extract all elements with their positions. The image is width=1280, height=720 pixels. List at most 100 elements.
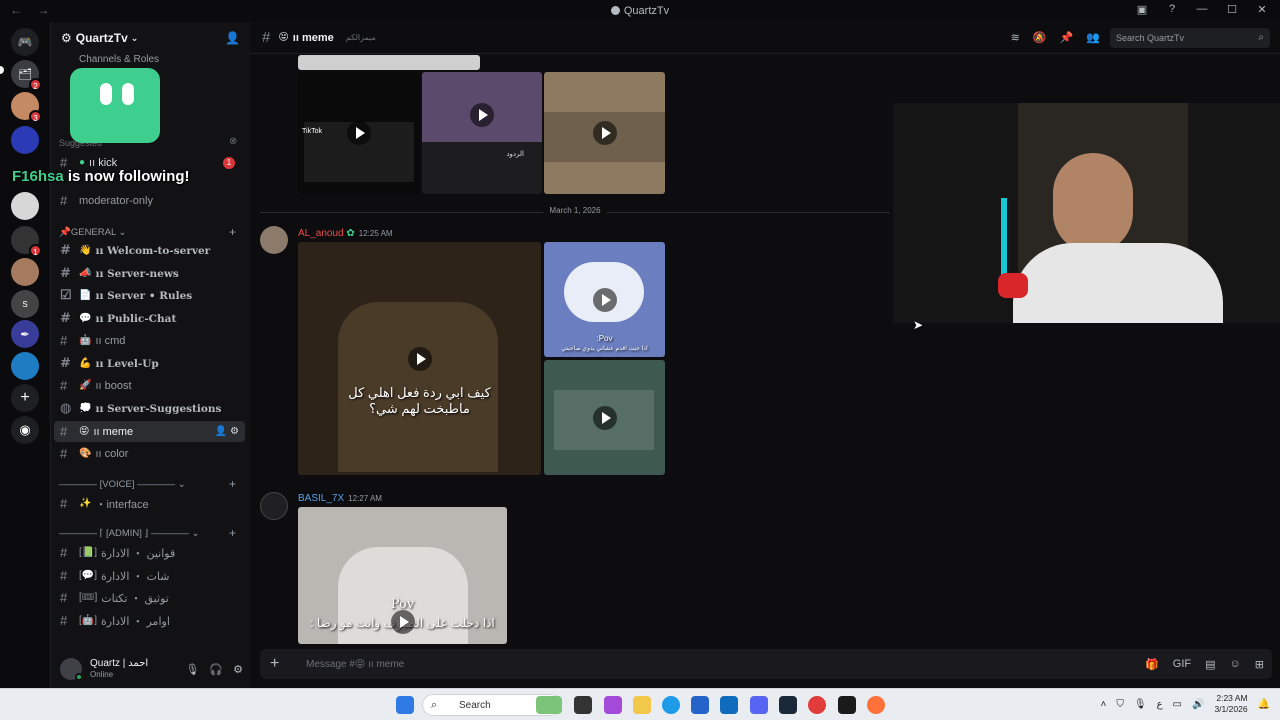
channel-rules[interactable]: ☑ 📄 ıı Server • Rules — [54, 285, 245, 306]
copilot-icon[interactable] — [604, 696, 622, 714]
inbox-icon[interactable]: ▣ — [1134, 3, 1150, 16]
discord-home-icon[interactable]: 🎮 — [11, 28, 39, 56]
video-thumbnail[interactable] — [544, 360, 665, 475]
channel-cmd[interactable]: # 🤖 ıı cmd — [54, 330, 245, 351]
clock[interactable]: 2:23 AM 3/1/2026 — [1214, 693, 1247, 715]
settings-gear-icon[interactable]: ⚙ — [230, 426, 239, 437]
maximize-button[interactable]: ☐ — [1224, 3, 1240, 16]
pin-icon[interactable]: 📌 — [1060, 31, 1074, 44]
channel-admin-docs[interactable]: # [🎟] توثيق ・ تكتات — [54, 587, 245, 608]
channel-suggestions[interactable]: ◍ 💭 ıı Server-Suggestions — [54, 398, 245, 419]
server-icon-2[interactable]: 3 — [11, 92, 42, 123]
video-thumbnail[interactable]: Pov اذا دخلت على الضيوف وانت مو رضا : — [298, 507, 507, 644]
windows-start-icon[interactable] — [396, 696, 414, 714]
channel-boost[interactable]: # 🚀 ıı boost — [54, 375, 245, 396]
add-channel-icon[interactable]: + — [229, 477, 236, 491]
channel-interface[interactable]: # ✨ ・interface — [54, 493, 245, 514]
apps-icon[interactable]: ⊞ — [1255, 658, 1264, 671]
notification-icon[interactable]: 🔔 — [1258, 699, 1270, 710]
add-server-icon[interactable]: + — [11, 384, 39, 412]
add-channel-icon[interactable]: + — [229, 526, 236, 540]
discord-icon[interactable] — [750, 696, 768, 714]
gift-icon[interactable]: 🎁 — [1145, 658, 1159, 671]
play-icon[interactable] — [470, 102, 494, 127]
play-icon[interactable] — [407, 346, 432, 371]
server-icon-3[interactable] — [11, 126, 39, 154]
emoji-icon[interactable]: ☺ — [1230, 658, 1241, 671]
video-thumbnail[interactable]: Pov: اذا جيت اقدم عشاني يدوي صاحبتي — [544, 242, 665, 357]
avatar[interactable] — [60, 658, 83, 681]
play-icon[interactable] — [347, 121, 371, 145]
firefox-icon[interactable] — [867, 696, 885, 714]
gif-icon[interactable]: GIF — [1173, 658, 1191, 671]
channel-admin-chat[interactable]: # [💬] شات ・ الادارة — [54, 565, 245, 586]
volume-icon[interactable]: 🔊 — [1192, 699, 1204, 710]
discover-icon[interactable]: ◉ — [11, 416, 39, 444]
author-name[interactable]: AL_anoud — [298, 228, 344, 239]
channel-public-chat[interactable]: # 💬 ıı Public-Chat — [54, 308, 245, 329]
close-suggested-icon[interactable]: ⊗ — [229, 136, 237, 147]
member-list-icon[interactable]: 👥 — [1086, 31, 1100, 44]
close-button[interactable]: ✕ — [1254, 3, 1270, 16]
microphone-icon[interactable]: 🎙 — [1134, 699, 1147, 710]
invite-icon[interactable]: 👤 — [215, 426, 227, 437]
microphone-icon[interactable]: 🎙 — [185, 663, 199, 676]
shield-icon[interactable]: ⛉ — [1116, 699, 1124, 710]
server-icon-1[interactable]: 🗂 2 — [11, 60, 42, 91]
video-thumbnail[interactable]: كيف ابي ردة فعل اهلي كل ماطبخت لهم شي؟ — [298, 242, 541, 475]
server-icon-6[interactable] — [11, 258, 39, 286]
play-icon[interactable] — [592, 405, 617, 430]
file-explorer-icon[interactable] — [633, 696, 651, 714]
minimize-button[interactable]: — — [1194, 3, 1210, 16]
avatar[interactable] — [260, 226, 288, 254]
task-view-icon[interactable] — [574, 696, 592, 714]
channel-moderator-only[interactable]: # moderator-only — [54, 190, 245, 211]
attach-plus-icon[interactable]: + — [270, 655, 286, 673]
server-icon-9[interactable] — [11, 352, 39, 380]
channels-roles-link[interactable]: Channels & Roles — [79, 54, 159, 65]
user-settings-icon[interactable]: ⚙ — [233, 663, 243, 676]
add-channel-icon[interactable]: + — [229, 225, 236, 239]
channel-admin-orders[interactable]: # [🤖] اوامر ・ الادارة — [54, 610, 245, 631]
steam-icon[interactable] — [779, 696, 797, 714]
author-name[interactable]: BASIL_7X — [298, 493, 344, 504]
channel-meme[interactable]: # 😝 ıı meme 👤 ⚙ — [54, 421, 245, 442]
video-thumbnail[interactable] — [544, 72, 665, 194]
message-input-placeholder[interactable]: Message #😝 ıı meme — [306, 659, 404, 670]
message-composer[interactable]: + Message #😝 ıı meme 🎁 GIF ▤ ☺ ⊞ — [260, 649, 1272, 679]
threads-icon[interactable]: ≋ — [1011, 31, 1020, 44]
channel-news[interactable]: # 📣 ıı Server-news — [54, 263, 245, 284]
mute-bell-icon[interactable]: 🔕 — [1033, 31, 1047, 44]
category-general[interactable]: 📌GENERAL ⌄ + — [59, 225, 236, 239]
category-voice[interactable]: ———— [VOICE] ———— ⌄ + — [59, 477, 236, 491]
server-icon-5[interactable]: 1 — [11, 226, 42, 257]
server-header[interactable]: ⚙ QuartzTv ⌄ 👤 — [51, 22, 250, 54]
play-icon[interactable] — [592, 287, 617, 312]
play-icon[interactable] — [592, 121, 617, 145]
play-icon[interactable] — [390, 610, 415, 635]
video-thumbnail[interactable]: الردود — [422, 72, 542, 194]
widgets-icon[interactable] — [536, 696, 562, 714]
edge-icon[interactable] — [662, 696, 680, 714]
media-thumbnail[interactable] — [298, 55, 480, 70]
terminal-icon[interactable] — [838, 696, 856, 714]
server-icon-4[interactable] — [11, 192, 39, 220]
channel-color[interactable]: # 🎨 ıı color — [54, 443, 245, 464]
channel-admin-rules[interactable]: # [📗] قوانين ・ الادارة — [54, 542, 245, 563]
chevron-up-icon[interactable]: ˄ — [1101, 699, 1107, 710]
add-member-icon[interactable]: 👤 — [225, 31, 240, 45]
help-icon[interactable]: ? — [1164, 3, 1180, 16]
headphones-icon[interactable]: 🎧 — [209, 663, 223, 676]
chrome-icon[interactable] — [808, 696, 826, 714]
sticker-icon[interactable]: ▤ — [1205, 658, 1215, 671]
network-icon[interactable]: ▭ — [1173, 699, 1182, 710]
search-input[interactable]: Search QuartzTv ⌕ — [1110, 28, 1270, 48]
category-admin[interactable]: ———— ⌈ [ADMIN] ⌋ ———— ⌄ + — [59, 526, 236, 540]
outlook-icon[interactable] — [720, 696, 738, 714]
server-icon-8[interactable]: ✒ — [11, 320, 39, 348]
server-icon-7[interactable]: S — [11, 290, 39, 318]
channel-level-up[interactable]: # 💪 ıı Level-Up — [54, 353, 245, 374]
channel-actions[interactable]: 👤 ⚙ — [215, 426, 239, 437]
avatar[interactable] — [260, 492, 288, 520]
video-thumbnail[interactable]: TikTok — [298, 72, 420, 194]
